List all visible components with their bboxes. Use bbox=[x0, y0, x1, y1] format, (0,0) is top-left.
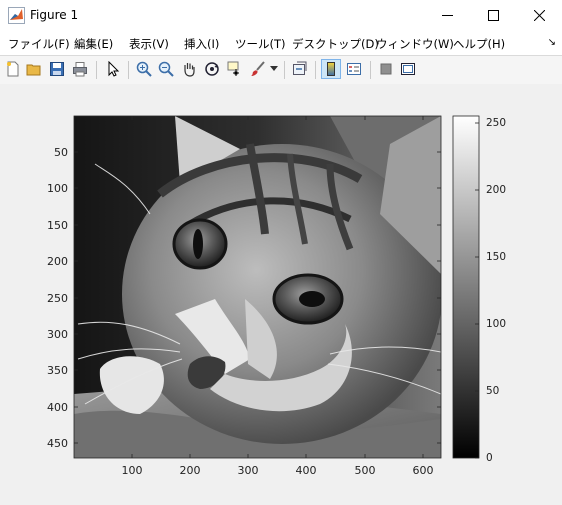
zoom-out-icon bbox=[158, 61, 174, 77]
colorbar-tick-label: 0 bbox=[486, 452, 493, 464]
legend-button[interactable] bbox=[344, 59, 364, 79]
menu-desktop[interactable]: デスクトップ(D) bbox=[292, 36, 379, 52]
show-plot-tools-icon bbox=[401, 63, 415, 75]
link-plot-icon bbox=[293, 61, 307, 75]
y-tick-label: 350 bbox=[47, 364, 68, 377]
menu-insert[interactable]: 挿入(I) bbox=[184, 36, 219, 52]
link-plot-button[interactable] bbox=[290, 59, 310, 79]
maximize-button[interactable] bbox=[470, 0, 516, 31]
brush-button[interactable] bbox=[248, 59, 268, 79]
y-tick-label: 200 bbox=[47, 255, 68, 268]
x-tick-label: 300 bbox=[237, 464, 259, 477]
zoom-in-icon bbox=[136, 61, 152, 77]
data-cursor-icon bbox=[227, 61, 239, 76]
zoom-in-button[interactable] bbox=[134, 59, 154, 79]
print-icon bbox=[73, 62, 87, 77]
save-button[interactable] bbox=[47, 59, 67, 79]
close-icon bbox=[533, 10, 545, 21]
colorbar-button[interactable] bbox=[321, 59, 341, 79]
figure-toolbar bbox=[0, 55, 562, 85]
matlab-logo-icon bbox=[8, 7, 25, 24]
pan-button[interactable] bbox=[179, 59, 199, 79]
colorbar-tick-label: 150 bbox=[486, 251, 507, 263]
y-tick-label: 50 bbox=[54, 146, 68, 159]
colorbar-tick-label: 100 bbox=[486, 318, 507, 330]
colorbar-tick-label: 250 bbox=[486, 117, 507, 129]
hide-plot-tools-button[interactable] bbox=[376, 59, 396, 79]
menu-view[interactable]: 表示(V) bbox=[129, 36, 169, 52]
menu-tools[interactable]: ツール(T) bbox=[235, 36, 286, 52]
colorbar-icon bbox=[327, 62, 335, 76]
zoom-out-button[interactable] bbox=[156, 59, 176, 79]
title-bar[interactable]: Figure 1 bbox=[0, 0, 562, 31]
pan-hand-icon bbox=[184, 63, 195, 77]
toolbar-separator bbox=[284, 61, 285, 79]
axes-area[interactable] bbox=[0, 84, 562, 505]
edit-plot-arrow-icon bbox=[108, 61, 120, 77]
new-figure-icon bbox=[7, 61, 19, 77]
maximize-icon bbox=[487, 10, 499, 21]
open-file-icon bbox=[26, 64, 41, 76]
rotate-3d-icon bbox=[205, 62, 219, 76]
x-tick-label: 600 bbox=[412, 464, 434, 477]
open-file-button[interactable] bbox=[24, 59, 44, 79]
hide-plot-tools-icon bbox=[380, 63, 392, 75]
y-tick-label: 150 bbox=[47, 219, 68, 232]
edit-plot-button[interactable] bbox=[103, 59, 123, 79]
menu-window[interactable]: ウィンドウ(W) bbox=[376, 36, 454, 52]
menu-bar: ファイル(F) 編集(E) 表示(V) 挿入(I) ツール(T) デスクトップ(… bbox=[0, 31, 562, 55]
toolbar-separator bbox=[315, 61, 316, 79]
toolbar-separator bbox=[128, 61, 129, 79]
x-tick-label: 100 bbox=[121, 464, 143, 477]
x-tick-label: 500 bbox=[354, 464, 376, 477]
colorbar[interactable] bbox=[452, 115, 480, 459]
legend-icon bbox=[347, 63, 361, 75]
minimize-button[interactable] bbox=[424, 0, 470, 31]
menu-edit[interactable]: 編集(E) bbox=[74, 36, 113, 52]
grayscale-cat-image bbox=[74, 116, 441, 458]
y-tick-label: 450 bbox=[47, 437, 68, 450]
data-cursor-button[interactable] bbox=[225, 59, 245, 79]
chevron-down-icon bbox=[270, 66, 278, 71]
figure-canvas: 50 100 150 200 250 300 350 400 450 100 2… bbox=[0, 84, 562, 505]
close-button[interactable] bbox=[516, 0, 562, 31]
menu-file[interactable]: ファイル(F) bbox=[8, 36, 70, 52]
y-tick-label: 100 bbox=[47, 182, 68, 195]
rotate-3d-button[interactable] bbox=[202, 59, 222, 79]
y-tick-label: 400 bbox=[47, 401, 68, 414]
colorbar-tick-label: 200 bbox=[486, 184, 507, 196]
new-figure-button[interactable] bbox=[3, 59, 23, 79]
toolbar-separator bbox=[370, 61, 371, 79]
y-tick-label: 300 bbox=[47, 328, 68, 341]
show-plot-tools-button[interactable] bbox=[398, 59, 418, 79]
toolbar-separator bbox=[96, 61, 97, 79]
save-icon bbox=[50, 62, 64, 76]
menu-help[interactable]: ヘルプ(H) bbox=[453, 36, 505, 52]
brush-icon bbox=[251, 61, 265, 76]
window-title: Figure 1 bbox=[30, 8, 79, 22]
print-button[interactable] bbox=[70, 59, 90, 79]
menu-overflow-arrow-icon[interactable]: ↘ bbox=[548, 37, 556, 48]
y-tick-label: 250 bbox=[47, 292, 68, 305]
x-tick-label: 400 bbox=[295, 464, 317, 477]
brush-dropdown-button[interactable] bbox=[268, 59, 280, 79]
x-tick-label: 200 bbox=[179, 464, 201, 477]
colorbar-tick-label: 50 bbox=[486, 385, 500, 397]
minimize-icon bbox=[441, 15, 453, 16]
